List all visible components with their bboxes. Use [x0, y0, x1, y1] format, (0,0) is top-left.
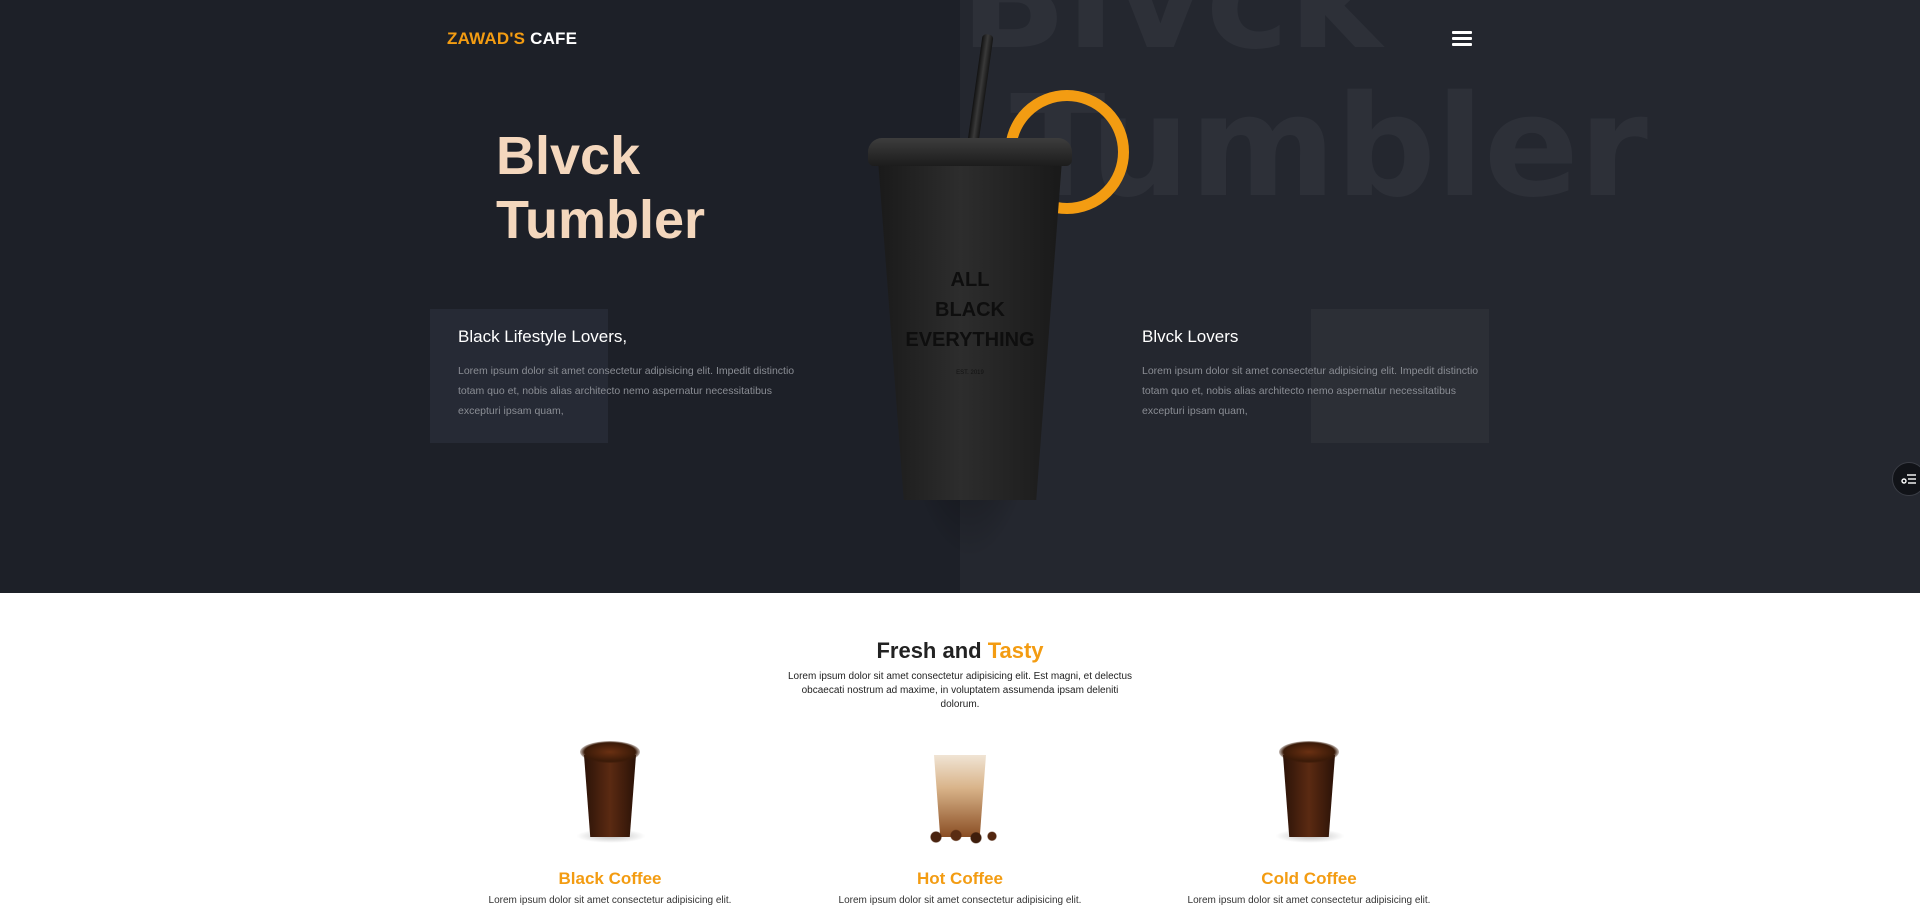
cup-lid: [868, 138, 1072, 166]
hot-coffee-image: [900, 733, 1020, 853]
product-text: Lorem ipsum dolor sit amet consectetur a…: [1187, 895, 1431, 906]
section-description: Lorem ipsum dolor sit amet consectetur a…: [787, 671, 1133, 710]
product-name: Cold Coffee: [1261, 869, 1357, 888]
info-body: Lorem ipsum dolor sit amet consectetur a…: [1142, 365, 1479, 417]
brand-rest: CAFE: [525, 29, 578, 48]
cup-print-line: EVERYTHING: [905, 329, 1035, 351]
product-name: Black Coffee: [558, 869, 662, 888]
product-card[interactable]: Black Coffee Lorem ipsum dolor sit amet …: [489, 733, 731, 906]
section-title: Fresh and Tasty: [0, 638, 1920, 664]
info-block-right: Blvck Lovers Lorem ipsum dolor sit amet …: [1142, 327, 1482, 421]
hero-title-line-1: Blvck: [496, 126, 641, 186]
cup-print-line: ALL: [950, 269, 990, 291]
straw: [967, 33, 994, 145]
section-title-accent: Tasty: [987, 638, 1044, 663]
product-card[interactable]: Hot Coffee Lorem ipsum dolor sit amet co…: [839, 733, 1081, 906]
product-text: Lorem ipsum dolor sit amet consectetur a…: [838, 895, 1082, 906]
hamburger-menu-icon[interactable]: [1452, 31, 1472, 47]
cold-coffee-image: [1249, 733, 1369, 853]
brand-accent: ZAWAD'S: [447, 29, 526, 48]
info-body: Lorem ipsum dolor sit amet consectetur a…: [458, 365, 795, 417]
product-text: Lorem ipsum dolor sit amet consectetur a…: [488, 895, 732, 906]
hero-title: Blvck Tumbler: [496, 124, 705, 252]
products-section: Fresh and Tasty Lorem ipsum dolor sit am…: [0, 593, 1920, 918]
brand-logo[interactable]: ZAWAD'S CAFE: [447, 29, 577, 49]
black-coffee-image: [550, 733, 670, 853]
product-name: Hot Coffee: [917, 869, 1003, 888]
cup-est-text: EST. 2019: [956, 370, 984, 376]
section-title-main: Fresh and: [876, 638, 988, 663]
cup-print: ALL BLACK EVERYTHING: [900, 265, 1040, 355]
hero-section: Blvck Tumbler ZAWAD'S CAFE Blvck Tumbler…: [0, 0, 1920, 593]
info-heading: Blvck Lovers: [1142, 327, 1239, 346]
cup-print-line: BLACK: [935, 299, 1005, 321]
tumbler-image: ALL BLACK EVERYTHING EST. 2019: [860, 30, 1080, 560]
product-card[interactable]: Cold Coffee Lorem ipsum dolor sit amet c…: [1188, 733, 1430, 906]
info-block-left: Black Lifestyle Lovers, Lorem ipsum dolo…: [458, 327, 798, 421]
settings-widget-icon[interactable]: [1892, 462, 1920, 496]
info-heading: Black Lifestyle Lovers,: [458, 327, 628, 346]
hero-title-line-2: Tumbler: [496, 190, 706, 250]
